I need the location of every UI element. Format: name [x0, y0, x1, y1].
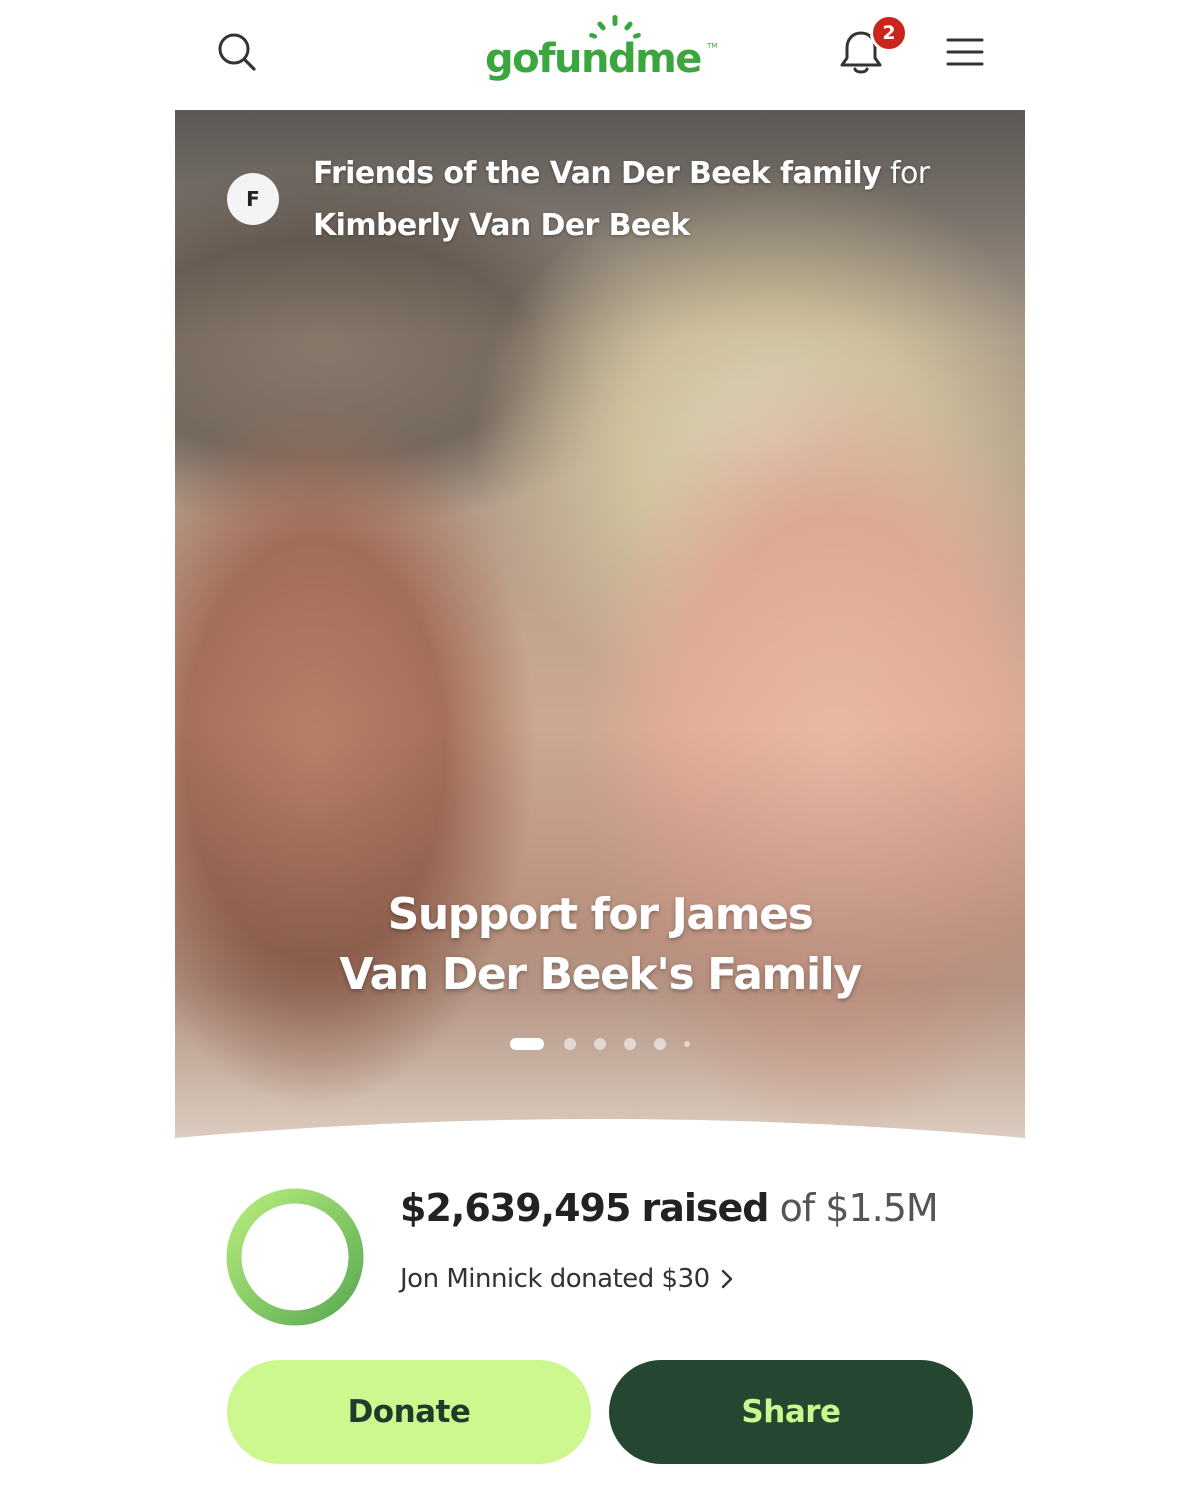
campaign-title-line-2: Van Der Beek's Family [339, 949, 862, 1000]
carousel-dot[interactable] [684, 1041, 690, 1047]
app-screen: gofundme TM 2 F Friends of the Van Der B… [175, 0, 1025, 1500]
hero-bottom-curve [175, 1119, 1025, 1140]
raised-label: raised [641, 1186, 770, 1230]
goal-amount: of $1.5M [779, 1186, 939, 1230]
recent-donation-text: Jon Minnick donated $30 [400, 1264, 710, 1294]
carousel-indicator[interactable] [510, 1037, 708, 1051]
beneficiary-name: Kimberly Van Der Beek [313, 208, 690, 243]
campaign-hero-image[interactable]: F Friends of the Van Der Beek family for… [175, 110, 1025, 1140]
logo-wordmark: gofundme [485, 36, 702, 82]
chevron-right-icon [720, 1268, 734, 1290]
recent-donation-link[interactable]: Jon Minnick donated $30 [400, 1264, 734, 1294]
organizer-for-word: for [890, 156, 930, 191]
gofundme-logo[interactable]: gofundme TM [475, 10, 725, 90]
organizer-avatar[interactable]: F [227, 173, 279, 225]
notification-count-badge: 2 [870, 14, 908, 52]
menu-button[interactable] [939, 28, 991, 76]
carousel-dot[interactable] [624, 1038, 636, 1050]
organizer-info[interactable]: Friends of the Van Der Beek family for K… [313, 148, 993, 252]
carousel-dot[interactable] [564, 1038, 576, 1050]
search-button[interactable] [213, 28, 261, 76]
carousel-dot[interactable] [654, 1038, 666, 1050]
campaign-title: Support for James Van Der Beek's Family [175, 885, 1025, 1005]
progress-ring-arc [226, 1188, 364, 1326]
donate-button[interactable]: Donate [227, 1360, 591, 1464]
share-button[interactable]: Share [609, 1360, 973, 1464]
trademark-mark: TM [707, 42, 718, 50]
fundraising-progress-ring [226, 1188, 364, 1326]
carousel-dot[interactable] [594, 1038, 606, 1050]
raised-summary: $2,639,495 raised of $1.5M [400, 1186, 939, 1230]
organizer-name: Friends of the Van Der Beek family [313, 156, 882, 191]
raised-amount: $2,639,495 [400, 1186, 631, 1230]
top-header: gofundme TM 2 [175, 0, 1025, 110]
campaign-title-line-1: Support for James [387, 889, 814, 940]
hamburger-menu-icon [946, 38, 984, 66]
carousel-dot-active[interactable] [510, 1038, 544, 1050]
search-icon [218, 33, 256, 71]
